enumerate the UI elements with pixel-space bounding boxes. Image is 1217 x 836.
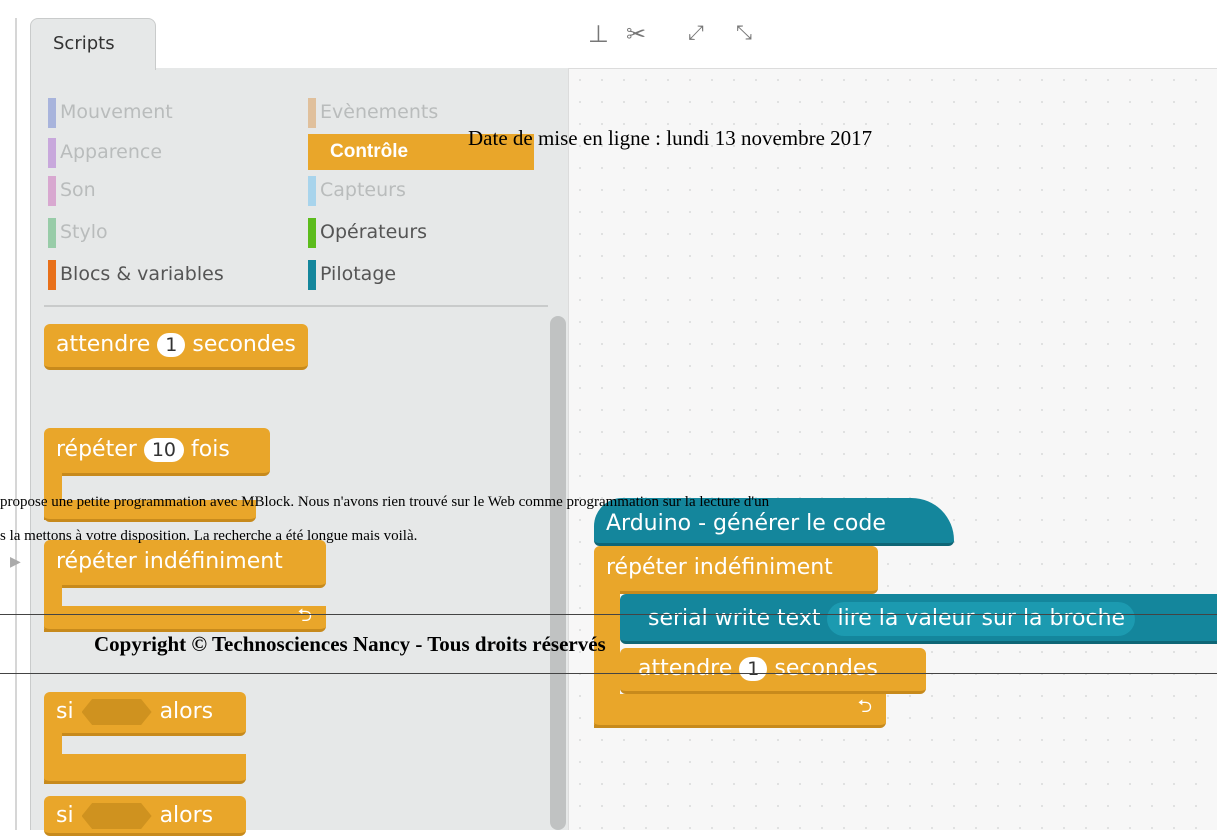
category-color-swatch [308,218,316,248]
category-label: Evènements [320,101,439,123]
grow-icon[interactable]: ⤢ [688,20,704,44]
category-color-swatch [48,218,56,248]
footer-rule-bottom [0,673,1217,674]
if-block-footer [44,754,246,784]
category-label: Capteurs [320,179,406,201]
block-text: attendre [638,656,733,681]
scissors-icon[interactable]: ✂ [626,20,646,48]
if-block[interactable]: si alors [44,692,246,736]
palette-scrollbar[interactable] [550,316,566,830]
category-stylo[interactable]: Stylo [48,214,108,250]
category-label: Contrôle [330,141,409,162]
script-wait-block[interactable]: attendre 1 secondes [620,648,926,694]
if-block-2[interactable]: si alors [44,796,246,836]
category-divider [44,305,548,307]
block-text: si [56,699,74,724]
category-label: Opérateurs [320,221,428,243]
category-label: Apparence [60,141,163,163]
footer-rule-top [0,614,1217,615]
stamp-icon[interactable]: ⊥ [588,20,609,48]
block-text: si [56,803,74,828]
category-op-rateurs[interactable]: Opérateurs [308,214,427,250]
category-capteurs[interactable]: Capteurs [308,172,406,208]
category-label: Blocs & variables [60,263,224,285]
block-text: Arduino - générer le code [606,511,886,536]
category-label: Mouvement [60,101,173,123]
category-color-swatch [308,176,316,206]
script-forever-block[interactable]: répéter indéfiniment [594,546,878,594]
category-apparence[interactable]: Apparence [48,134,162,170]
copyright-text: Copyright © Technosciences Nancy - Tous … [94,632,606,656]
wait-seconds-input[interactable]: 1 [157,333,186,357]
category-color-swatch [48,98,56,128]
forever-block[interactable]: répéter indéfiniment [44,540,326,588]
block-text: secondes [774,656,878,681]
block-text: répéter [56,437,137,462]
category-color-swatch [48,176,56,206]
category-blocs-variables[interactable]: Blocs & variables [48,256,224,292]
condition-slot[interactable] [81,699,152,725]
category-ev-nements[interactable]: Evènements [308,94,438,130]
loop-arrow-icon: ⮌ [297,605,312,626]
category-label: Pilotage [320,263,397,285]
wait-block[interactable]: attendre 1 secondes [44,324,308,370]
serial-write-block[interactable]: serial write text lire la valeur sur la … [620,594,1217,644]
category-color-swatch [308,260,316,290]
category-label: Son [60,179,96,201]
block-text: serial write text [648,606,821,631]
condition-slot[interactable] [81,803,152,829]
category-son[interactable]: Son [48,172,96,208]
category-color-swatch [48,138,56,168]
block-text: attendre [56,332,151,357]
script-forever-footer: ⮌ [594,694,886,728]
publication-date: Date de mise en ligne : lundi 13 novembr… [468,126,873,150]
loop-arrow-icon: ⮌ [857,696,872,717]
panel-edge [15,18,17,830]
category-pilotage[interactable]: Pilotage [308,256,396,292]
category-color-swatch [48,260,56,290]
shrink-icon[interactable]: ⤡ [736,20,752,44]
block-text: alors [159,699,214,724]
category-color-swatch [308,98,316,128]
tab-scripts[interactable]: Scripts [30,18,156,70]
repeat-count-input[interactable]: 10 [143,438,184,462]
block-text: répéter indéfiniment [56,549,283,574]
category-mouvement[interactable]: Mouvement [48,94,173,130]
intro-line-1: propose une petite programmation avec MB… [0,494,770,510]
repeat-block[interactable]: répéter 10 fois [44,428,270,476]
block-text: répéter indéfiniment [606,555,833,580]
forever-block-footer: ⮌ [44,606,326,632]
serial-argument-reporter[interactable]: lire la valeur sur la broche [827,602,1136,636]
block-text: secondes [192,332,296,357]
tab-scripts-label: Scripts [53,33,115,54]
block-text: alors [159,803,214,828]
block-text: fois [191,437,230,462]
intro-line-2: s la mettons à votre disposition. La rec… [0,528,418,544]
collapse-arrow-icon[interactable]: ▶ [10,554,21,570]
script-wait-input[interactable]: 1 [739,657,768,681]
category-label: Stylo [60,221,108,243]
